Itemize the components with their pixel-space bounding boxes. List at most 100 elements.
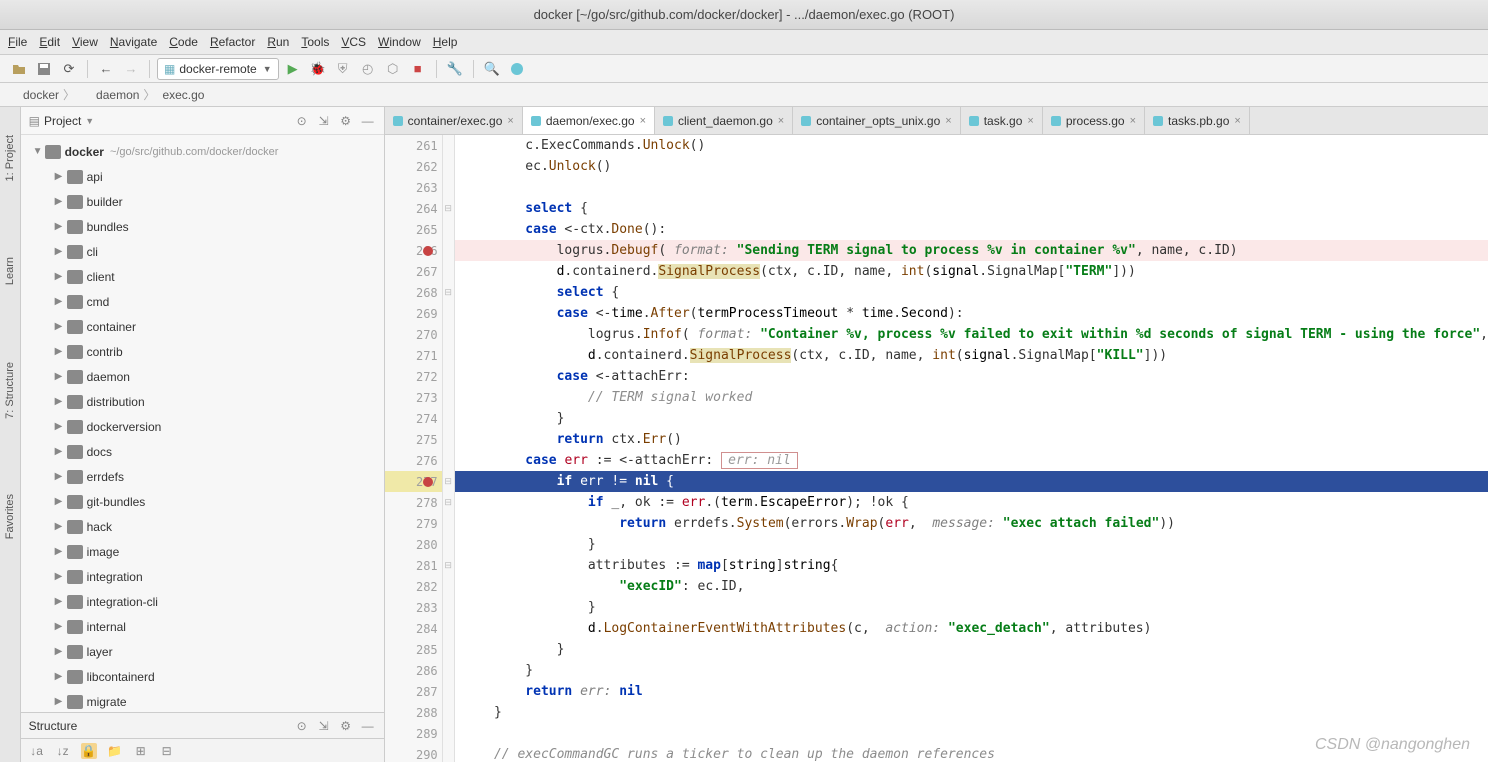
gutter-line[interactable]: 272 — [385, 366, 442, 387]
tree-item-bundles[interactable]: ▶bundles — [21, 214, 384, 239]
tree-item-integration[interactable]: ▶integration — [21, 564, 384, 589]
structure-gear-icon[interactable]: ⚙ — [338, 718, 354, 734]
close-icon[interactable]: × — [1027, 115, 1033, 127]
gutter-line[interactable]: 277 — [385, 471, 442, 492]
tree-item-errdefs[interactable]: ▶errdefs — [21, 464, 384, 489]
code-line[interactable]: // TERM signal worked — [455, 387, 1488, 408]
code-line[interactable]: } — [455, 660, 1488, 681]
menu-tools[interactable]: Tools — [301, 35, 329, 49]
structure-hide-icon[interactable]: — — [360, 718, 376, 734]
fold-marker[interactable] — [443, 408, 454, 429]
fold-marker[interactable]: ⊟ — [443, 471, 454, 492]
fold-marker[interactable] — [443, 387, 454, 408]
menu-edit[interactable]: Edit — [39, 35, 60, 49]
gutter-line[interactable]: 266 — [385, 240, 442, 261]
close-icon[interactable]: × — [1234, 115, 1240, 127]
menu-help[interactable]: Help — [433, 35, 458, 49]
tree-item-client[interactable]: ▶client — [21, 264, 384, 289]
fold-marker[interactable] — [443, 324, 454, 345]
tab-container_opts_unix-go[interactable]: container_opts_unix.go× — [793, 107, 961, 134]
code-line[interactable]: return errdefs.System(errors.Wrap(err, m… — [455, 513, 1488, 534]
close-icon[interactable]: × — [507, 115, 513, 127]
hide-icon[interactable]: — — [360, 113, 376, 129]
gutter-line[interactable]: 288 — [385, 702, 442, 723]
gutter-line[interactable]: 267 — [385, 261, 442, 282]
fold-marker[interactable] — [443, 744, 454, 762]
close-icon[interactable]: × — [1130, 115, 1136, 127]
code-line[interactable]: if err != nil { — [455, 471, 1488, 492]
code-line[interactable]: case err := <-attachErr:err: nil — [455, 450, 1488, 471]
fold-gutter[interactable]: ⊟⊟⊟⊟⊟ — [443, 135, 455, 762]
gutter-line[interactable]: 271 — [385, 345, 442, 366]
run-config-selector[interactable]: ▦ docker-remote ▼ — [157, 58, 279, 80]
gutter-line[interactable]: 269 — [385, 303, 442, 324]
fold-marker[interactable] — [443, 156, 454, 177]
tree-item-internal[interactable]: ▶internal — [21, 614, 384, 639]
vtab-favorites[interactable]: Favorites — [2, 486, 18, 547]
fold-marker[interactable] — [443, 303, 454, 324]
code-line[interactable]: ec.Unlock() — [455, 156, 1488, 177]
fold-marker[interactable] — [443, 135, 454, 156]
fold-marker[interactable]: ⊟ — [443, 198, 454, 219]
settings-icon[interactable]: 🔧 — [444, 58, 466, 80]
tree-item-libcontainerd[interactable]: ▶libcontainerd — [21, 664, 384, 689]
tree-item-migrate[interactable]: ▶migrate — [21, 689, 384, 712]
gutter-line[interactable]: 290 — [385, 744, 442, 762]
gutter-line[interactable]: 279 — [385, 513, 442, 534]
gear-icon[interactable]: ⚙ — [338, 113, 354, 129]
coverage-icon[interactable]: ⛨ — [332, 58, 354, 80]
tree-item-daemon[interactable]: ▶daemon — [21, 364, 384, 389]
code-line[interactable]: } — [455, 639, 1488, 660]
lock-icon[interactable]: 🔒 — [81, 743, 97, 759]
code-content[interactable]: c.ExecCommands.Unlock() ec.Unlock() sele… — [455, 135, 1488, 762]
menu-vcs[interactable]: VCS — [341, 35, 366, 49]
code-line[interactable]: case <-ctx.Done(): — [455, 219, 1488, 240]
line-gutter[interactable]: 2612622632642652662672682692702712722732… — [385, 135, 443, 762]
collapse-all-icon[interactable]: ⊟ — [159, 743, 175, 759]
gutter-line[interactable]: 261 — [385, 135, 442, 156]
code-line[interactable]: d.containerd.SignalProcess(ctx, c.ID, na… — [455, 345, 1488, 366]
gutter-line[interactable]: 273 — [385, 387, 442, 408]
code-line[interactable]: } — [455, 702, 1488, 723]
attach-icon[interactable]: ⬡ — [382, 58, 404, 80]
fold-marker[interactable]: ⊟ — [443, 555, 454, 576]
fold-marker[interactable] — [443, 723, 454, 744]
code-line[interactable]: // execCommandGC runs a ticker to clean … — [455, 744, 1488, 762]
gutter-line[interactable]: 280 — [385, 534, 442, 555]
profile-icon[interactable]: ◴ — [357, 58, 379, 80]
forward-icon[interactable]: → — [120, 58, 142, 80]
menu-window[interactable]: Window — [378, 35, 421, 49]
tree-item-dockerversion[interactable]: ▶dockerversion — [21, 414, 384, 439]
code-line[interactable]: logrus.Debugf( format: "Sending TERM sig… — [455, 240, 1488, 261]
code-line[interactable]: } — [455, 408, 1488, 429]
code-line[interactable]: select { — [455, 198, 1488, 219]
fold-marker[interactable] — [443, 534, 454, 555]
menu-view[interactable]: View — [72, 35, 98, 49]
fold-marker[interactable] — [443, 702, 454, 723]
gutter-line[interactable]: 275 — [385, 429, 442, 450]
tree-item-contrib[interactable]: ▶contrib — [21, 339, 384, 364]
tab-container-exec-go[interactable]: container/exec.go× — [385, 107, 523, 134]
tree-item-docs[interactable]: ▶docs — [21, 439, 384, 464]
menu-file[interactable]: File — [8, 35, 27, 49]
fold-marker[interactable]: ⊟ — [443, 282, 454, 303]
code-line[interactable]: } — [455, 534, 1488, 555]
fold-marker[interactable] — [443, 681, 454, 702]
code-line[interactable]: d.containerd.SignalProcess(ctx, c.ID, na… — [455, 261, 1488, 282]
run-icon[interactable]: ▶ — [282, 58, 304, 80]
gutter-line[interactable]: 281 — [385, 555, 442, 576]
code-line[interactable] — [455, 177, 1488, 198]
fold-marker[interactable] — [443, 261, 454, 282]
project-tree[interactable]: ▼docker~/go/src/github.com/docker/docker… — [21, 135, 384, 712]
tree-item-cli[interactable]: ▶cli — [21, 239, 384, 264]
gutter-line[interactable]: 265 — [385, 219, 442, 240]
close-icon[interactable]: × — [778, 115, 784, 127]
tree-item-container[interactable]: ▶container — [21, 314, 384, 339]
close-icon[interactable]: × — [945, 115, 951, 127]
fold-marker[interactable] — [443, 345, 454, 366]
breadcrumb-daemon[interactable]: daemon — [79, 88, 139, 102]
expand-icon[interactable]: ⊞ — [133, 743, 149, 759]
menu-navigate[interactable]: Navigate — [110, 35, 157, 49]
gutter-line[interactable]: 289 — [385, 723, 442, 744]
tree-item-cmd[interactable]: ▶cmd — [21, 289, 384, 314]
